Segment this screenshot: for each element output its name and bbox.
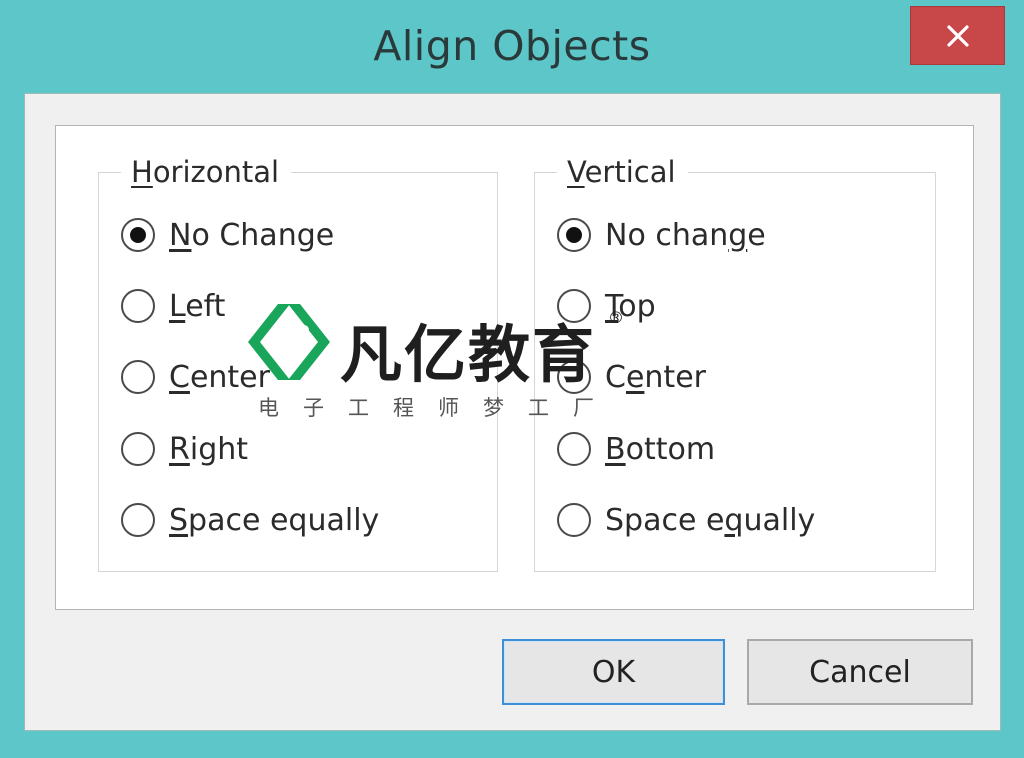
horizontal-label-rest: orizontal <box>152 155 280 189</box>
radio-button[interactable] <box>121 432 155 466</box>
radio-button[interactable] <box>557 360 591 394</box>
options-panel: Horizontal No Change Left Center Right S… <box>55 125 974 610</box>
radio-label: Center <box>605 359 706 395</box>
close-button[interactable] <box>910 6 1005 65</box>
radio-vertical-top[interactable]: Top <box>557 284 656 328</box>
vertical-label-rest: ertical <box>584 155 676 189</box>
radio-selected-dot <box>130 227 146 243</box>
radio-horizontal-no-change[interactable]: No Change <box>121 213 334 257</box>
title-bar: Align Objects <box>0 0 1024 92</box>
dialog-title: Align Objects <box>373 22 651 70</box>
radio-label: Top <box>605 288 656 324</box>
horizontal-group: Horizontal No Change Left Center Right S… <box>98 155 498 572</box>
radio-button[interactable] <box>121 218 155 252</box>
radio-button[interactable] <box>121 289 155 323</box>
radio-label: Space equally <box>605 502 816 538</box>
radio-horizontal-right[interactable]: Right <box>121 427 248 471</box>
radio-selected-dot <box>566 227 582 243</box>
radio-label: No change <box>605 217 766 253</box>
radio-button[interactable] <box>557 289 591 323</box>
radio-button[interactable] <box>557 432 591 466</box>
radio-horizontal-left[interactable]: Left <box>121 284 225 328</box>
radio-label: Space equally <box>169 502 380 538</box>
ok-button[interactable]: OK <box>502 639 725 705</box>
vertical-label-key: V <box>567 155 585 189</box>
radio-vertical-no-change[interactable]: No change <box>557 213 766 257</box>
radio-button[interactable] <box>557 503 591 537</box>
radio-vertical-space-equally[interactable]: Space equally <box>557 498 815 542</box>
radio-button[interactable] <box>121 503 155 537</box>
radio-button[interactable] <box>557 218 591 252</box>
radio-vertical-bottom[interactable]: Bottom <box>557 427 715 471</box>
radio-label: Left <box>169 288 226 324</box>
radio-button[interactable] <box>121 360 155 394</box>
radio-label: No Change <box>169 217 335 253</box>
horizontal-group-label: Horizontal <box>121 155 292 189</box>
cancel-button[interactable]: Cancel <box>747 639 973 705</box>
dialog-body: Horizontal No Change Left Center Right S… <box>24 93 1001 731</box>
radio-label: Bottom <box>605 431 716 467</box>
horizontal-label-key: H <box>131 155 153 189</box>
radio-horizontal-center[interactable]: Center <box>121 355 270 399</box>
vertical-group: Vertical No change Top Center Bottom Spa… <box>534 155 936 572</box>
radio-vertical-center[interactable]: Center <box>557 355 706 399</box>
radio-horizontal-space-equally[interactable]: Space equally <box>121 498 379 542</box>
radio-label: Center <box>169 359 270 395</box>
radio-label: Right <box>169 431 249 467</box>
close-icon <box>946 24 969 47</box>
vertical-group-label: Vertical <box>557 155 688 189</box>
